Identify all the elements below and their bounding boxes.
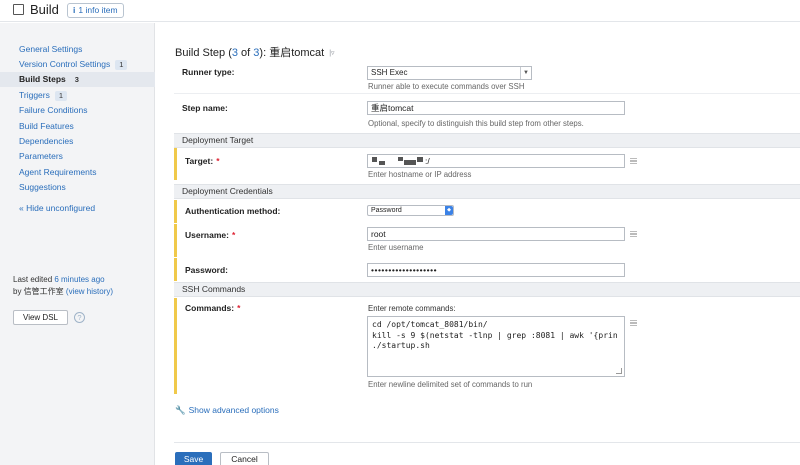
sidebar-item-badge: 1 [54,91,68,101]
username-input[interactable]: root [367,227,625,241]
view-dsl-button[interactable]: View DSL [13,310,68,325]
commands-label-text: Commands: [185,303,235,313]
step-title-suffix: ): 重启tomcat [259,47,325,59]
required-mark: * [216,156,220,166]
sidebar-item-build-features[interactable]: Build Features [0,119,155,134]
auth-method-label: Authentication method: [185,206,281,216]
page-title: Build [30,2,59,17]
runner-type-value: SSH Exec [371,68,408,77]
sidebar-item-label: Version Control Settings [19,59,111,69]
help-icon[interactable]: ? [74,312,85,323]
sidebar-item-triggers[interactable]: Triggers 1 [0,88,155,103]
resize-handle-icon[interactable] [616,368,622,374]
cancel-button[interactable]: Cancel [220,452,269,465]
step-title-prefix: Build Step ( [175,47,232,59]
target-hint: Enter hostname or IP address [368,170,472,179]
view-history-link[interactable]: (view history) [66,287,113,296]
redacted-block [417,157,423,162]
target-input[interactable]: :/ [367,154,625,168]
step-name-hint: Optional, specify to distinguish this bu… [368,119,584,128]
sidebar-item-label: Parameters [19,151,63,161]
sidebar-item-label: Suggestions [19,182,66,192]
info-badge-label: 1 info item [78,5,118,15]
sidebar-item-label: Build Steps [19,74,66,84]
chevron-updown-icon: ◆ [445,206,453,215]
redacted-block [372,157,377,162]
runner-type-select[interactable]: SSH Exec ▼ [367,66,532,80]
deployment-target-header: Deployment Target [174,133,800,148]
sidebar-item-parameters[interactable]: Parameters [0,149,155,164]
save-button[interactable]: Save [175,452,212,465]
sidebar-item-label: Build Features [19,121,74,131]
top-header: Build i1 info item [0,0,800,22]
last-edited-by: by 信管工作室 [13,287,64,296]
ssh-commands-header: SSH Commands [174,282,800,297]
auth-method-row: Authentication method: [174,200,800,223]
auth-method-select[interactable]: Password ◆ [367,205,454,216]
commands-hint: Enter newline delimited set of commands … [368,380,533,389]
redacted-block [379,161,385,165]
info-items-badge[interactable]: i1 info item [67,3,124,18]
password-label: Password: [185,265,228,275]
commands-label: Commands: * [185,303,240,313]
sidebar-item-label: Dependencies [19,136,74,146]
last-edited-time: 6 minutes ago [54,275,105,284]
sidebar-item-dependencies[interactable]: Dependencies [0,134,155,149]
wrench-icon: 🔧 [175,405,186,415]
redacted-block [398,157,403,161]
sidebar-item-label: Agent Requirements [19,167,97,177]
required-mark: * [237,303,241,313]
parameter-picker-icon[interactable] [630,320,637,326]
sidebar-item-failure-conditions[interactable]: Failure Conditions [0,103,155,118]
step-name-label: Step name: [182,103,228,113]
runner-type-label: Runner type: [182,67,235,77]
divider [174,442,800,443]
sidebar-item-agent-requirements[interactable]: Agent Requirements [0,165,155,180]
step-menu-caret-icon[interactable]: |▿ [329,49,334,57]
sidebar-item-badge: 1 [115,60,128,70]
redacted-block [404,160,416,165]
sidebar-item-label: General Settings [19,44,83,54]
auth-method-value: Password [371,207,402,214]
sidebar-item-version-control[interactable]: Version Control Settings 1 [0,57,155,72]
last-edited-prefix: Last edited [13,275,53,284]
chevron-down-icon: ▼ [520,67,531,79]
build-config-icon [13,4,24,15]
step-name-input[interactable]: 重启tomcat [367,101,625,115]
runner-type-hint: Runner able to execute commands over SSH [368,82,525,91]
commands-text: cd /opt/tomcat_8081/bin/ kill -s 9 $(net… [372,320,618,350]
parameter-picker-icon[interactable] [630,231,637,237]
step-title-of: of [238,47,254,59]
required-mark: * [231,230,236,240]
target-label-text: Target: [185,156,214,166]
target-value-suffix: :/ [425,156,430,166]
username-label: Username: * [185,230,235,240]
divider [174,93,800,94]
username-hint: Enter username [368,243,424,252]
commands-textarea[interactable]: cd /opt/tomcat_8081/bin/ kill -s 9 $(net… [367,316,625,377]
sidebar-item-label: Triggers [19,90,50,100]
sidebar-item-label: Failure Conditions [19,105,88,115]
last-edited-info: Last edited 6 minutes ago by 信管工作室 (view… [13,274,153,298]
parameter-picker-icon[interactable] [630,158,637,164]
sidebar-item-build-steps[interactable]: Build Steps 3 [0,72,155,87]
hide-unconfigured-link[interactable]: « Hide unconfigured [19,203,95,213]
commands-caption: Enter remote commands: [368,304,456,313]
username-label-text: Username: [185,230,229,240]
password-input[interactable]: ••••••••••••••••••• [367,263,625,277]
info-icon: i [73,5,76,15]
step-title: Build Step (3 of 3): 重启tomcat |▿ [175,44,335,60]
sidebar-item-suggestions[interactable]: Suggestions [0,180,155,195]
sidebar-item-general-settings[interactable]: General Settings [0,42,155,57]
deployment-credentials-header: Deployment Credentials [174,184,800,199]
main-content: Build Step (3 of 3): 重启tomcat |▿ Runner t… [156,23,800,465]
sidebar-item-badge: 3 [74,75,79,84]
show-advanced-options-link[interactable]: 🔧 Show advanced options [175,405,279,416]
sidebar: General Settings Version Control Setting… [0,23,155,465]
advanced-options-label: Show advanced options [188,405,279,415]
target-label: Target: * [185,156,220,166]
